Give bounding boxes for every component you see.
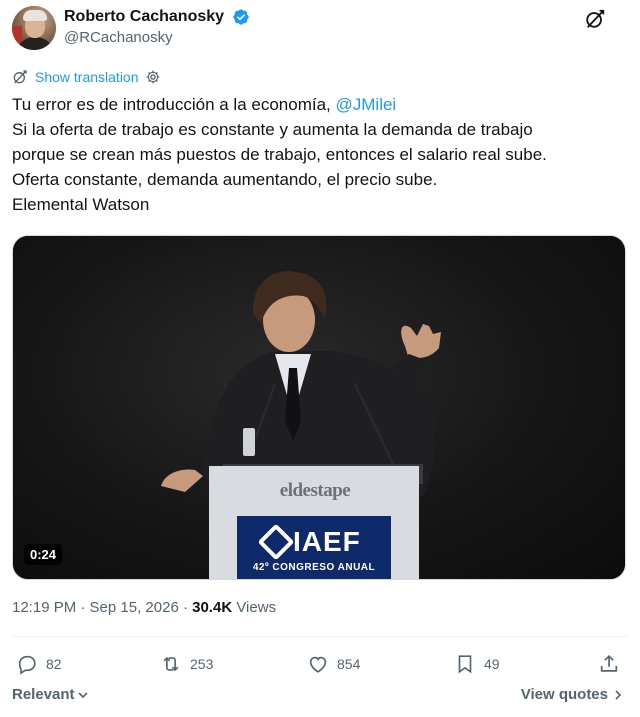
action-bar: 82 253 854 49	[12, 652, 626, 676]
reply-button[interactable]: 82	[16, 652, 62, 676]
sort-label: Relevant	[12, 686, 75, 703]
tweet-line: Si la oferta de trabajo es constante y a…	[12, 120, 533, 139]
heart-icon	[309, 656, 327, 673]
mention-link[interactable]: @JMilei	[336, 95, 397, 114]
banner-subtitle: 42º CONGRESO ANUAL	[252, 562, 376, 573]
tweet-text: Tu error es de introducción a la economí…	[12, 92, 628, 217]
show-translation-label: Show translation	[35, 69, 139, 85]
grok-icon[interactable]	[584, 8, 606, 30]
author-block: Roberto Cachanosky @RCachanosky	[64, 7, 250, 48]
tweet-line-text: Tu error es de introducción a la economí…	[12, 95, 331, 114]
divider	[12, 636, 628, 637]
handle[interactable]: @RCachanosky	[64, 28, 250, 48]
gear-icon[interactable]	[145, 69, 161, 85]
view-quotes-link[interactable]: View quotes	[521, 686, 624, 703]
podium-text: eldestape	[279, 480, 351, 501]
replies-footer: Relevant View quotes	[12, 686, 628, 708]
sort-dropdown[interactable]: Relevant	[12, 686, 89, 703]
tweet-line: Tu error es de introducción a la economí…	[12, 92, 628, 117]
translate-icon	[13, 70, 27, 84]
share-icon	[600, 655, 618, 672]
repost-count: 253	[190, 656, 214, 672]
tweet-line: Oferta constante, demanda aumentando, el…	[12, 170, 438, 189]
reply-count: 82	[46, 656, 62, 672]
video-player[interactable]: eldestape IAEF 42º CONGRESO ANUAL	[12, 235, 626, 580]
share-button[interactable]	[598, 652, 628, 676]
tweet-line: porque se crean más puestos de trabajo, …	[12, 145, 547, 164]
tweet-meta: 12:19 PM · Sep 15, 2026 · 30.4K Views	[12, 598, 276, 618]
repost-icon	[163, 656, 179, 672]
tweet-header: Roberto Cachanosky @RCachanosky	[12, 6, 626, 50]
chevron-down-icon	[77, 691, 88, 698]
views-label: Views	[232, 599, 277, 616]
display-name[interactable]: Roberto Cachanosky	[64, 7, 224, 27]
timestamp[interactable]: 12:19 PM · Sep 15, 2026 ·	[12, 599, 192, 616]
repost-button[interactable]: 253	[160, 652, 213, 676]
tweet-line: Elemental Watson	[12, 195, 150, 214]
bookmark-button[interactable]: 49	[454, 652, 500, 676]
bookmark-icon	[458, 655, 472, 674]
verified-badge-icon	[232, 9, 249, 25]
bookmark-count: 49	[484, 656, 500, 672]
like-button[interactable]: 854	[307, 652, 360, 676]
chevron-right-icon	[615, 689, 622, 700]
reply-icon	[18, 655, 36, 675]
banner-title: IAEF	[293, 526, 361, 557]
show-translation-link[interactable]: Show translation	[12, 67, 161, 87]
like-count: 854	[337, 656, 361, 672]
video-duration-badge: 0:24	[24, 544, 63, 565]
views-count: 30.4K	[192, 599, 233, 616]
avatar[interactable]	[12, 6, 56, 50]
view-quotes-label: View quotes	[520, 686, 608, 703]
